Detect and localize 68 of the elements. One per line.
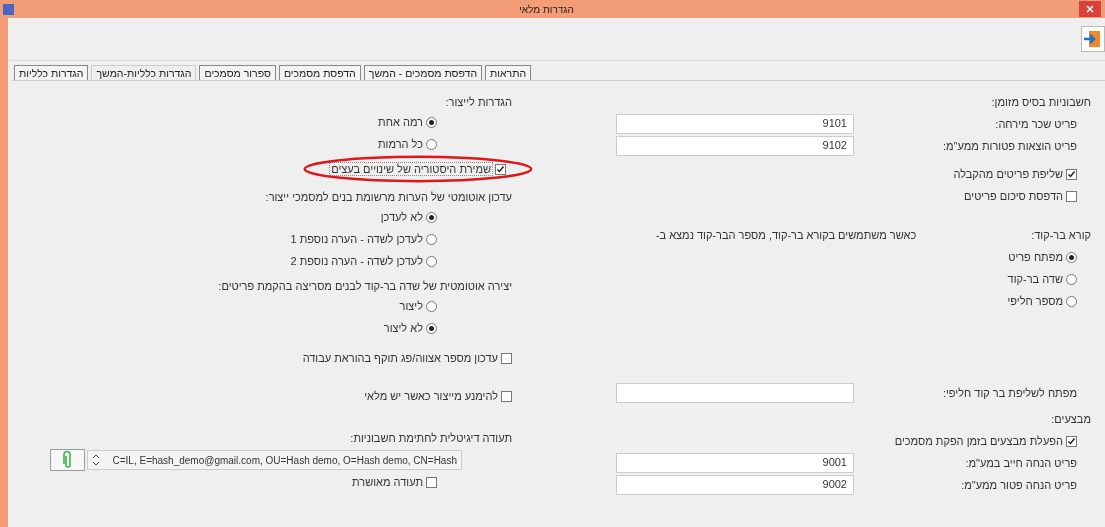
certificate-field[interactable]: C=IL, E=hash_demo@gmail.com, OU=Hash demo, O=Hash demo, CN=Hash: [87, 450, 462, 470]
section-heading: מבצעים:: [1050, 412, 1091, 427]
section-heading: עדכון אוטומטי של הערות מרשומת בנים למסמכי ייצור:: [264, 190, 512, 205]
radio-button[interactable]: [1066, 251, 1077, 263]
checkbox-label: תעודה מאושרת: [352, 476, 423, 488]
radio-label: לעדכן לשדה - הערה נוספת 1: [290, 233, 423, 245]
field-label: פריט הנחה פטור ממע"מ:: [960, 479, 1077, 491]
radio-label: ליצור: [399, 300, 423, 312]
window-title: הגדרות מלאי: [518, 3, 575, 15]
section-heading: הגדרות לייצור:: [444, 95, 512, 110]
close-button[interactable]: [1079, 1, 1101, 17]
section-heading: חשבוניות בסיס מזומן:: [990, 95, 1091, 110]
exit-button[interactable]: [1081, 26, 1105, 52]
radio-label: לא לעדכן: [380, 211, 423, 223]
radio-label: לא ליצור: [383, 322, 423, 334]
tab[interactable]: הגדרות כלליות-המשך: [91, 65, 197, 80]
radio-label: שדה בר-קוד: [1007, 273, 1063, 285]
paperclip-icon: [62, 451, 73, 469]
tab[interactable]: הדפסת מסמכים - המשך: [363, 65, 483, 80]
section-heading: קורא בר-קוד:: [1031, 228, 1091, 243]
checkbox[interactable]: [426, 476, 437, 488]
checkbox-label: הפעלת מבצעים בזמן הפקת מסמכים: [894, 435, 1063, 447]
input-field[interactable]: [616, 383, 854, 403]
tab[interactable]: ספרור מסמכים: [199, 65, 276, 80]
input-field[interactable]: 9101: [616, 114, 854, 134]
input-field[interactable]: 9001: [616, 453, 854, 473]
field-label: מפתח לשליפת בר קוד חליפי:: [941, 387, 1077, 399]
radio-button[interactable]: [1066, 295, 1077, 307]
radio-label: כל הרמות: [378, 138, 423, 150]
radio-button[interactable]: [426, 211, 437, 223]
radio-button[interactable]: [426, 116, 437, 128]
radio-button[interactable]: [426, 138, 437, 150]
section-heading: תעודה דיגיטלית לחתימת חשבוניות:: [349, 431, 512, 446]
checkbox[interactable]: [1066, 190, 1077, 202]
radio-label: מפתח פריט: [1008, 251, 1063, 263]
field-label: פריט הנחה חייב במע"מ:: [964, 457, 1077, 469]
radio-button[interactable]: [426, 255, 437, 267]
section-heading: יצירה אוטומטית של שדה בר-קוד לבנים מסריצה בהקמת פריטים:: [217, 279, 512, 294]
input-field[interactable]: 9002: [616, 475, 854, 495]
tab[interactable]: הגדרות כלליות: [14, 65, 89, 80]
hint-text: כאשר משתמשים בקורא בר-קוד, מספר הבר-קוד נמצא ב-: [655, 228, 917, 243]
field-label: פריט הוצאות פטורות ממע"מ:: [942, 140, 1077, 152]
exit-door-icon: [1083, 29, 1103, 49]
radio-button[interactable]: [426, 233, 437, 245]
radio-label: רמה אחת: [378, 116, 423, 128]
app-icon: [3, 3, 14, 15]
radio-label: לעדכן לשדה - הערה נוספת 2: [290, 255, 423, 267]
checkbox-label: עדכון מספר אצווה/פג תוקף בהוראת עבודה: [302, 352, 498, 364]
radio-button[interactable]: [426, 322, 437, 334]
radio-button[interactable]: [1066, 273, 1077, 285]
checkbox-label: שמירת היסטוריה של שינויים בעצים: [330, 163, 492, 175]
tab[interactable]: התראות: [485, 65, 532, 80]
attach-button[interactable]: [50, 449, 85, 471]
radio-label: מספר חליפי: [1007, 295, 1063, 307]
checkbox-label: הדפסת סיכום פריטים: [964, 190, 1063, 202]
checkbox[interactable]: [1066, 168, 1077, 180]
field-label: פריט שכר מירחה:: [994, 118, 1077, 130]
checkbox-label: שליפת פריטים מהקבלה: [953, 168, 1063, 180]
spinner-arrows-icon: [92, 453, 100, 467]
checkbox[interactable]: [501, 390, 512, 402]
checkbox-label: להימנע מייצור כאשר יש מלאי: [364, 390, 498, 402]
tab[interactable]: הדפסת מסמכים: [278, 65, 361, 80]
radio-button[interactable]: [426, 300, 437, 312]
checkbox[interactable]: [495, 163, 506, 175]
close-icon: [1086, 5, 1094, 13]
checkbox[interactable]: [501, 352, 512, 364]
input-field[interactable]: 9102: [616, 136, 854, 156]
checkbox[interactable]: [1066, 435, 1077, 447]
